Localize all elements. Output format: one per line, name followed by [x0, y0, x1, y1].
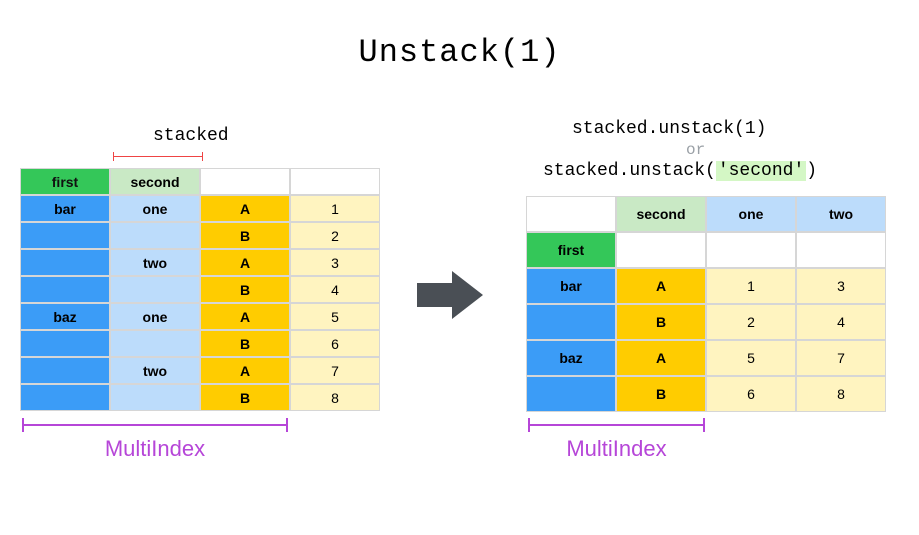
right-blank	[706, 232, 796, 268]
left-second: two	[110, 357, 200, 384]
left-ab: A	[200, 195, 290, 222]
right-first: bar	[526, 268, 616, 304]
left-first	[20, 384, 110, 411]
left-second: one	[110, 303, 200, 330]
left-val: 1	[290, 195, 380, 222]
right-val: 4	[796, 304, 886, 340]
code-highlight: 'second'	[716, 161, 806, 181]
right-ab: A	[616, 340, 706, 376]
right-ab: A	[616, 268, 706, 304]
right-second-hdr: second	[616, 196, 706, 232]
multiindex-bracket-left	[22, 418, 288, 432]
left-second	[110, 276, 200, 303]
right-val: 3	[796, 268, 886, 304]
arrow-right-icon	[417, 265, 487, 325]
left-header-second: second	[110, 168, 200, 195]
left-val: 8	[290, 384, 380, 411]
code-or: or	[686, 141, 705, 159]
stacked-label: stacked	[153, 126, 229, 146]
left-val: 7	[290, 357, 380, 384]
right-val: 1	[706, 268, 796, 304]
left-val: 3	[290, 249, 380, 276]
right-val: 5	[706, 340, 796, 376]
left-first	[20, 222, 110, 249]
right-first: baz	[526, 340, 616, 376]
right-blank-tl	[526, 196, 616, 232]
page-title: Unstack(1)	[0, 34, 919, 71]
unstacked-table: second one two first bar A 1 3 B 2 4 baz…	[526, 196, 886, 412]
left-second	[110, 222, 200, 249]
code-unstack-1: stacked.unstack(1)	[572, 119, 766, 139]
left-val: 6	[290, 330, 380, 357]
left-first: bar	[20, 195, 110, 222]
right-ab: B	[616, 376, 706, 412]
right-blank	[616, 232, 706, 268]
code-post: )	[806, 161, 817, 181]
stacked-bracket	[113, 152, 203, 162]
left-first	[20, 249, 110, 276]
right-val: 6	[706, 376, 796, 412]
right-col-one: one	[706, 196, 796, 232]
left-ab: B	[200, 330, 290, 357]
left-ab: A	[200, 357, 290, 384]
left-ab: B	[200, 222, 290, 249]
left-val: 4	[290, 276, 380, 303]
left-second: one	[110, 195, 200, 222]
stacked-table: first second bar one A 1 B 2 two A 3 B 4…	[20, 168, 380, 411]
left-first	[20, 330, 110, 357]
multiindex-label-right: MultiIndex	[528, 436, 705, 462]
left-first: baz	[20, 303, 110, 330]
code-unstack-second: stacked.unstack('second')	[543, 161, 817, 181]
left-first	[20, 357, 110, 384]
right-val: 2	[706, 304, 796, 340]
left-header-blank2	[290, 168, 380, 195]
left-second	[110, 330, 200, 357]
right-first	[526, 304, 616, 340]
left-second: two	[110, 249, 200, 276]
left-header-blank1	[200, 168, 290, 195]
left-ab: A	[200, 249, 290, 276]
code-pre: stacked.unstack(	[543, 161, 716, 181]
right-first-hdr: first	[526, 232, 616, 268]
left-first	[20, 276, 110, 303]
left-ab: B	[200, 384, 290, 411]
left-val: 2	[290, 222, 380, 249]
multiindex-label-left: MultiIndex	[22, 436, 288, 462]
right-blank	[796, 232, 886, 268]
right-first	[526, 376, 616, 412]
left-val: 5	[290, 303, 380, 330]
left-second	[110, 384, 200, 411]
multiindex-bracket-right	[528, 418, 705, 432]
left-ab: B	[200, 276, 290, 303]
right-val: 7	[796, 340, 886, 376]
right-col-two: two	[796, 196, 886, 232]
left-ab: A	[200, 303, 290, 330]
right-val: 8	[796, 376, 886, 412]
left-header-first: first	[20, 168, 110, 195]
right-ab: B	[616, 304, 706, 340]
